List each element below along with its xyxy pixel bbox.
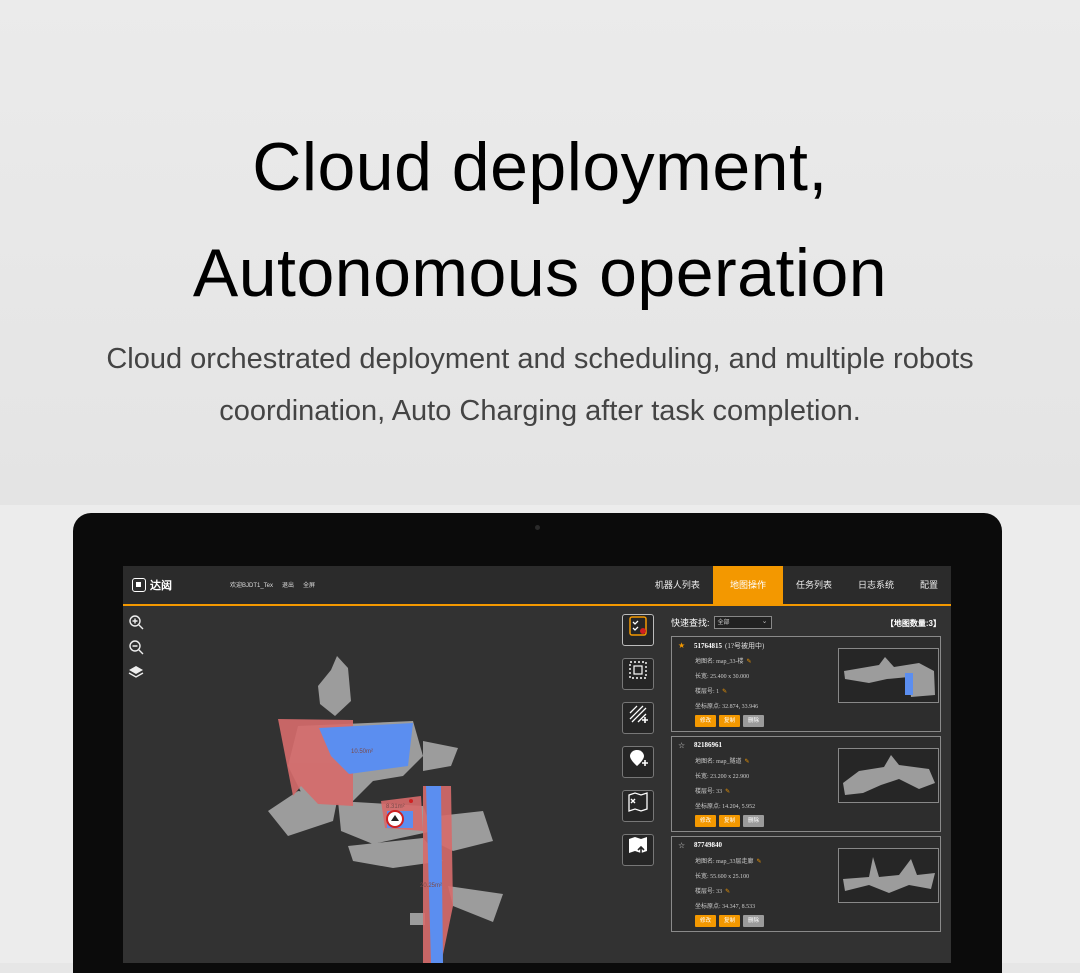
map-card[interactable]: ★ 51764815 (1?号被用中) 地图名: map_33-楼 ✎ 长宽: 25…: [671, 636, 941, 732]
edit-pencil-icon[interactable]: ✎: [747, 659, 752, 665]
map-canvas[interactable]: 10.50m² 8.31m² 20.25m²: [123, 606, 613, 963]
map-list-panel: 快速查找: 全部 【地图数量:3】 ★ 51764815(1?号被用中) 地图名…: [671, 614, 945, 963]
edit-map-button[interactable]: 修改: [695, 915, 717, 927]
hero-title-line1: Cloud deployment,: [252, 129, 828, 205]
delete-map-button[interactable]: 删除: [743, 715, 765, 727]
edit-pencil-icon[interactable]: ✎: [757, 859, 762, 865]
fullscreen-link[interactable]: 全屏: [303, 580, 315, 589]
map-tool-column: [622, 614, 656, 878]
zoom-toolbar: [127, 614, 145, 689]
edit-map-button[interactable]: 修改: [695, 815, 717, 827]
charging-station-icon[interactable]: [386, 810, 404, 828]
star-outline-icon[interactable]: ☆: [678, 841, 685, 850]
star-outline-icon[interactable]: ☆: [678, 741, 685, 750]
map-name-row: 地图名: map_33层走廊 ✎: [695, 859, 762, 865]
marker-add-icon[interactable]: [622, 746, 654, 778]
map-drawing: 10.50m² 8.31m² 20.25m²: [268, 656, 503, 963]
quick-search: 快速查找: 全部: [671, 615, 772, 629]
map-free-space: [318, 656, 351, 716]
map-card[interactable]: ☆ 87749840 地图名: map_33层走廊 ✎ 长宽: 55.600 x …: [671, 836, 941, 932]
area-label: 8.31m²: [386, 804, 405, 810]
map-floor-row: 楼层号: 33 ✎: [695, 889, 731, 895]
map-free-space: [423, 741, 458, 771]
hero-subtitle-line2: coordination, Auto Charging after task c…: [219, 395, 861, 427]
area-label: 10.50m²: [351, 749, 373, 755]
map-card-actions: 修改 复制 删除: [695, 815, 765, 827]
edit-pencil-icon[interactable]: ✎: [745, 759, 750, 765]
brand-name: 达闼: [150, 580, 172, 592]
map-card-actions: 修改 复制 删除: [695, 715, 765, 727]
app-screen: 达闼 欢迎BJDT1_Tex 退出 全屏 机器人列表 地图操作 任务列表 日志系…: [123, 566, 951, 963]
map-id: 82186961: [694, 741, 722, 749]
nav-map-operations[interactable]: 地图操作: [712, 566, 783, 604]
edit-pencil-icon[interactable]: ✎: [725, 789, 730, 795]
hero-subtitle-line1: Cloud orchestrated deployment and schedu…: [106, 343, 974, 375]
nav-log-system[interactable]: 日志系统: [845, 566, 907, 604]
map-thumbnail: [838, 748, 939, 803]
quick-search-label: 快速查找:: [671, 618, 710, 628]
edit-pencil-icon[interactable]: ✎: [722, 689, 727, 695]
area-hatch-add-icon[interactable]: [622, 702, 654, 734]
map-thumbnail: [838, 848, 939, 903]
map-status: (1?号被用中): [725, 642, 765, 650]
hero-section: Cloud deployment, Autonomous operation C…: [0, 0, 1080, 505]
map-origin-row: 坐标原点: 34.347, 8.533: [695, 904, 756, 910]
copy-map-button[interactable]: 复制: [719, 715, 741, 727]
map-name-row: 地图名: map_隧道 ✎: [695, 759, 750, 765]
edit-pencil-icon[interactable]: ✎: [725, 889, 730, 895]
map-size-row: 长宽: 55.600 x 25.100: [695, 874, 750, 880]
robot-marker: [409, 799, 413, 803]
app-logo[interactable]: 达闼: [132, 577, 172, 593]
map-id: 87749840: [694, 841, 722, 849]
logout-link[interactable]: 退出: [282, 580, 294, 589]
zoom-in-icon[interactable]: [127, 614, 145, 632]
map-filter-select[interactable]: 全部: [713, 615, 772, 629]
map-card-actions: 修改 复制 删除: [695, 915, 765, 927]
layers-icon[interactable]: [127, 664, 145, 682]
map-origin-row: 坐标原点: 32.874, 33.946: [695, 704, 759, 710]
map-checklist-icon[interactable]: [622, 614, 654, 646]
map-size-row: 长宽: 23.200 x 22.900: [695, 774, 750, 780]
star-filled-icon[interactable]: ★: [678, 641, 685, 650]
user-bar: 欢迎BJDT1_Tex 退出 全屏: [230, 580, 315, 589]
map-delete-icon[interactable]: [622, 790, 654, 822]
zoom-out-icon[interactable]: [127, 639, 145, 657]
copy-map-button[interactable]: 复制: [719, 815, 741, 827]
nav-config[interactable]: 配置: [907, 566, 951, 604]
map-count: 【地图数量:3】: [885, 619, 941, 628]
edit-map-button[interactable]: 修改: [695, 715, 717, 727]
delete-map-button[interactable]: 删除: [743, 815, 765, 827]
map-floor-row: 楼层号: 1 ✎: [695, 689, 728, 695]
area-label: 20.25m²: [420, 883, 442, 889]
welcome-text: 欢迎BJDT1_Tex: [230, 583, 274, 589]
app-topbar: 达闼 欢迎BJDT1_Tex 退出 全屏 机器人列表 地图操作 任务列表 日志系…: [123, 566, 951, 606]
map-size-row: 长宽: 25.400 x 30.000: [695, 674, 750, 680]
copy-map-button[interactable]: 复制: [719, 915, 741, 927]
map-thumbnail: [838, 648, 939, 703]
map-free-space: [410, 913, 425, 925]
map-free-space: [448, 886, 503, 922]
map-floor-row: 楼层号: 33 ✎: [695, 789, 731, 795]
nav-robot-list[interactable]: 机器人列表: [642, 566, 713, 604]
nav-task-list[interactable]: 任务列表: [783, 566, 845, 604]
map-origin-row: 坐标原点: 14.204, 5.952: [695, 804, 756, 810]
main-nav: 机器人列表 地图操作 任务列表 日志系统 配置: [642, 566, 951, 604]
hero-title-line2: Autonomous operation: [192, 235, 888, 311]
map-upload-icon[interactable]: [622, 834, 654, 866]
region-select-icon[interactable]: [622, 658, 654, 690]
map-card[interactable]: ☆ 82186961 地图名: map_隧道 ✎ 长宽: 23.200 x 22.…: [671, 736, 941, 832]
webcam-dot: [535, 525, 540, 530]
map-name-row: 地图名: map_33-楼 ✎: [695, 659, 752, 665]
delete-map-button[interactable]: 删除: [743, 915, 765, 927]
map-id: 51764815 (1?号被用中): [694, 642, 765, 650]
brand-logo-icon: [132, 578, 146, 592]
